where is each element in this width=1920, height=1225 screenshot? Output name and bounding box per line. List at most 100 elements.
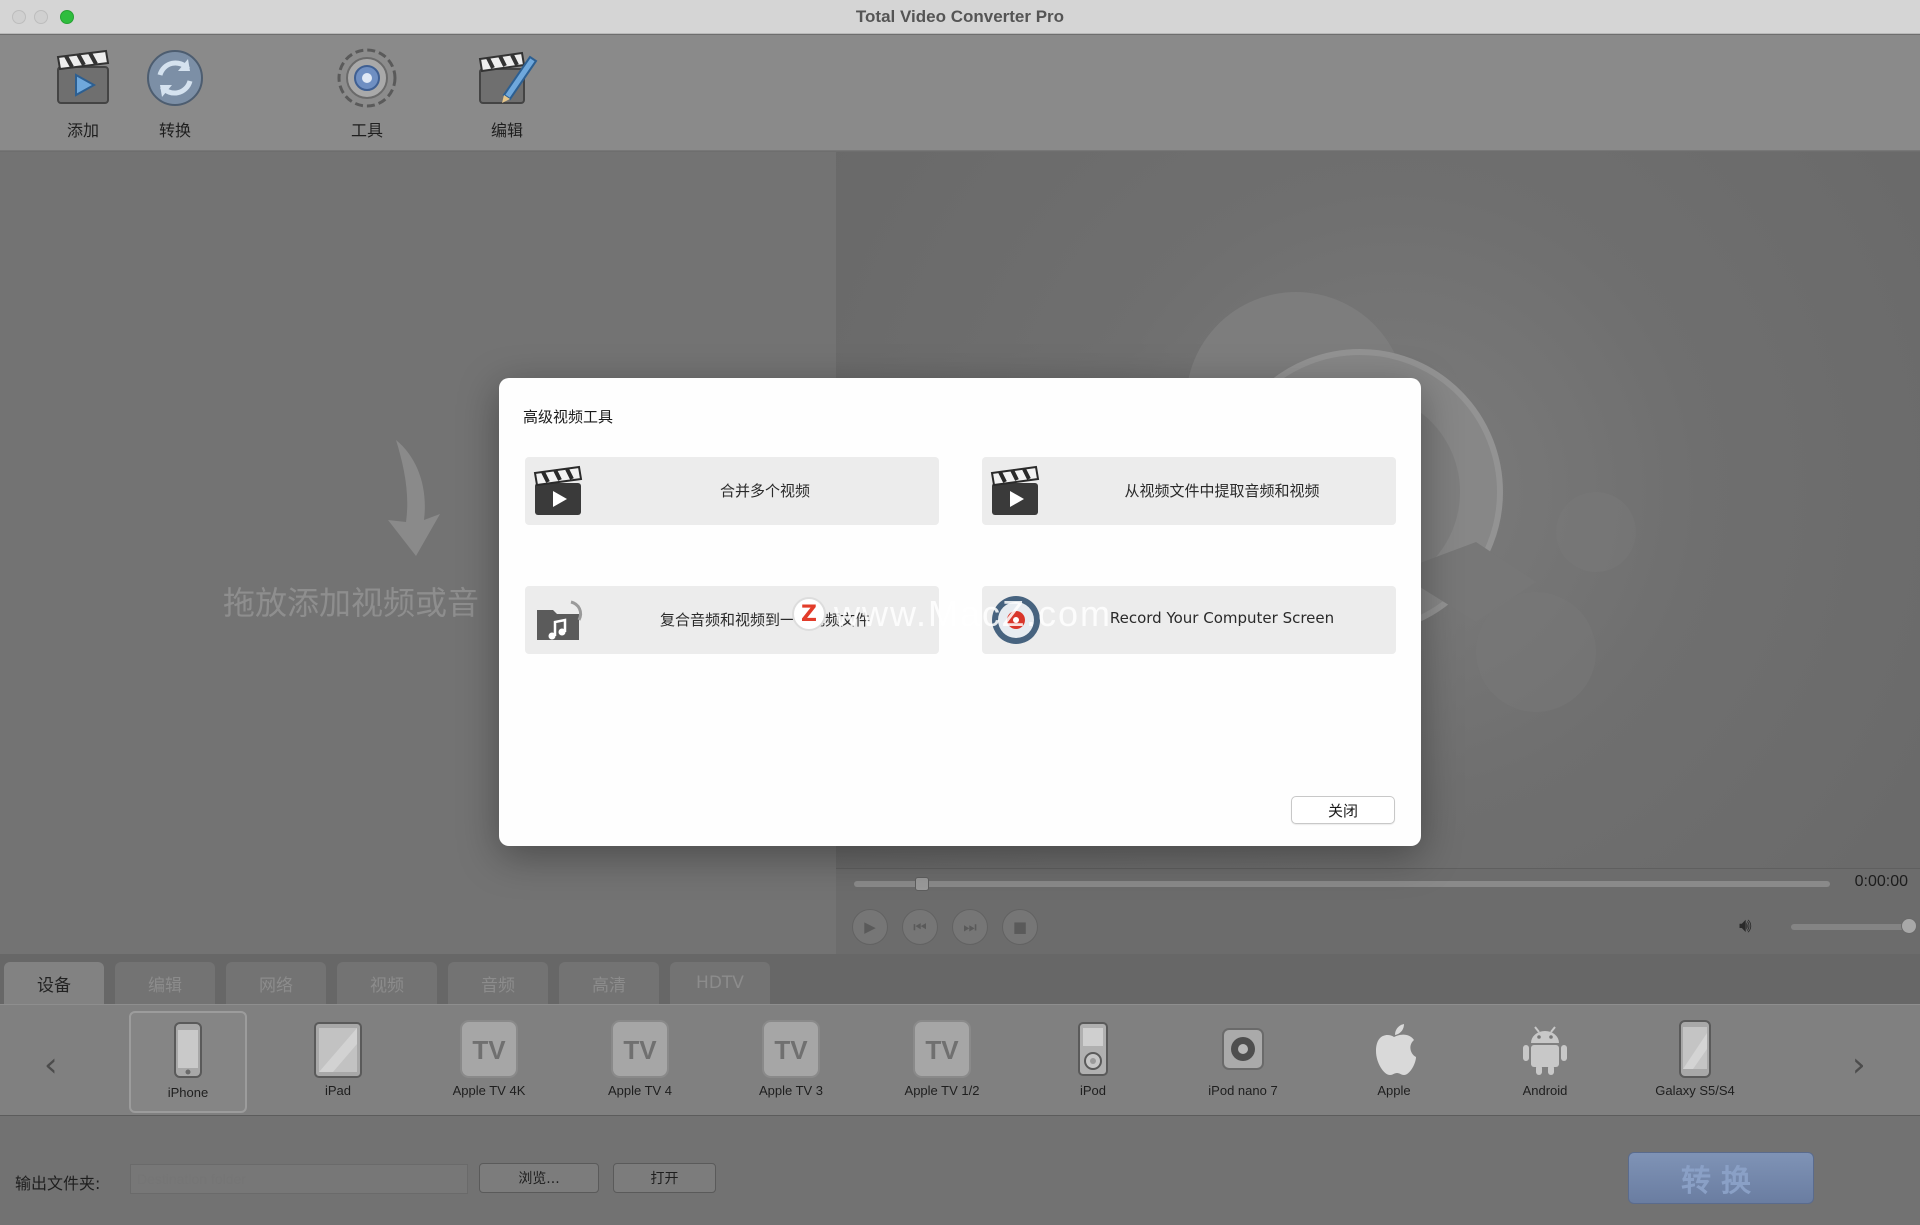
extract-audio-video-button[interactable]: 从视频文件中提取音频和视频 — [982, 457, 1396, 525]
ipod-icon — [1078, 1022, 1108, 1076]
next-button[interactable]: ⏭ — [952, 909, 988, 945]
svg-text:TV: TV — [472, 1035, 506, 1065]
device-apple-tv-4[interactable]: TV Apple TV 4 — [581, 1011, 699, 1113]
title-bar: Total Video Converter Pro — [0, 0, 1920, 34]
play-icon: ▶ — [864, 918, 876, 936]
tab-hd[interactable]: 高清 — [559, 962, 659, 1004]
tools-label: 工具 — [350, 121, 383, 140]
device-ipod[interactable]: iPod — [1034, 1011, 1152, 1113]
clapperboard-icon — [990, 465, 1040, 515]
device-apple-tv-1-2[interactable]: TV Apple TV 1/2 — [883, 1011, 1001, 1113]
apple-tv-icon: TV — [913, 1020, 971, 1078]
android-icon — [1523, 1026, 1567, 1075]
volume-icon[interactable]: 🔊︎ — [1739, 913, 1752, 937]
volume-slider[interactable] — [1791, 924, 1909, 930]
skip-forward-icon: ⏭ — [963, 918, 977, 936]
play-button[interactable]: ▶ — [852, 909, 888, 945]
device-android[interactable]: Android — [1486, 1011, 1604, 1113]
device-label: Apple TV 4K — [452, 1083, 526, 1098]
music-folder-icon — [537, 600, 583, 640]
tab-video[interactable]: 视频 — [337, 962, 437, 1004]
dialog-title: 高级视频工具 — [523, 408, 614, 426]
drop-hint-text: 拖放添加视频或音 — [223, 584, 480, 622]
skip-back-icon: ⏮ — [913, 918, 927, 936]
device-ipod-nano-7[interactable]: iPod nano 7 — [1184, 1011, 1302, 1113]
device-label: Galaxy S5/S4 — [1655, 1083, 1735, 1098]
destination-folder-input[interactable] — [130, 1164, 468, 1194]
device-ipad[interactable]: iPad — [279, 1011, 397, 1113]
tab-network[interactable]: 网络 — [226, 962, 326, 1004]
browse-button[interactable]: 浏览... — [479, 1163, 599, 1193]
apple-logo-icon — [1376, 1024, 1416, 1075]
device-galaxy-s5-s4[interactable]: Galaxy S5/S4 — [1636, 1011, 1754, 1113]
apple-tv-icon: TV — [611, 1020, 669, 1078]
player-controls: 0:00:00 ▶ ⏮ ⏭ ■ 🔊︎ — [836, 868, 1920, 954]
advanced-tools-dialog: 高级视频工具 合并多个视频 从视频文件中提取音频和视频 复合音频和视频到一个视频… — [499, 378, 1421, 846]
stop-icon: ■ — [1012, 918, 1028, 936]
convert-button[interactable]: 转换 — [1628, 1152, 1814, 1204]
tool-label: Record Your Computer Screen — [1109, 609, 1335, 627]
svg-text:TV: TV — [623, 1035, 657, 1065]
tab-hdtv[interactable]: HDTV — [670, 962, 770, 1004]
output-folder-label: 输出文件夹: — [15, 1174, 101, 1193]
scroll-right-arrow[interactable]: › — [1852, 1045, 1866, 1085]
tab-audio[interactable]: 音频 — [448, 962, 548, 1004]
output-bar: 输出文件夹: 浏览... 打开 转换 — [0, 1116, 1920, 1225]
apple-tv-icon: TV — [762, 1020, 820, 1078]
combine-audio-video-button[interactable]: 复合音频和视频到一个视频文件 — [525, 586, 939, 654]
device-label: Apple TV 4 — [607, 1083, 673, 1098]
tool-label: 合并多个视频 — [719, 482, 810, 500]
iphone-icon — [174, 1022, 202, 1078]
device-apple[interactable]: Apple — [1335, 1011, 1453, 1113]
svg-text:TV: TV — [925, 1035, 959, 1065]
gear-icon — [337, 48, 397, 108]
toolbar: 添加 转换 工具 编辑 — [0, 35, 1920, 151]
add-label: 添加 — [66, 121, 99, 140]
apple-tv-icon: TV — [460, 1020, 518, 1078]
tab-edit[interactable]: 编辑 — [115, 962, 215, 1004]
device-label: iPod — [1079, 1083, 1107, 1098]
device-iphone[interactable]: iPhone — [129, 1011, 247, 1113]
screen-record-icon — [992, 596, 1040, 644]
tool-label: 从视频文件中提取音频和视频 — [1124, 482, 1320, 500]
device-label: Apple — [1377, 1083, 1411, 1098]
device-label: iPhone — [167, 1085, 209, 1100]
edit-button[interactable]: 编辑 — [462, 45, 552, 145]
seek-handle[interactable] — [915, 877, 930, 891]
galaxy-phone-icon — [1679, 1020, 1711, 1078]
clapperboard-play-icon — [56, 49, 110, 104]
device-label: Apple TV 3 — [758, 1083, 824, 1098]
scroll-left-arrow[interactable]: ‹ — [44, 1045, 58, 1085]
ipod-nano-icon — [1222, 1028, 1264, 1070]
device-list: ‹ iPhone iPad TV Apple TV 4K TV Apple TV… — [0, 1004, 1920, 1116]
svg-text:TV: TV — [774, 1035, 808, 1065]
refresh-arrows-icon — [147, 50, 203, 106]
edit-label: 编辑 — [490, 121, 523, 140]
device-label: iPad — [324, 1083, 352, 1098]
time-display: 0:00:00 — [1854, 873, 1908, 890]
tool-label: 复合音频和视频到一个视频文件 — [659, 611, 870, 629]
seek-bar[interactable] — [854, 881, 1830, 887]
category-tabs: 设备 编辑 网络 视频 音频 高清 HDTV — [0, 954, 1920, 1004]
record-screen-button[interactable]: Record Your Computer Screen — [982, 586, 1396, 654]
volume-handle[interactable] — [1901, 918, 1917, 934]
down-arrow-icon — [388, 440, 440, 556]
window-title: Total Video Converter Pro — [855, 7, 1065, 26]
device-apple-tv-4k[interactable]: TV Apple TV 4K — [430, 1011, 548, 1113]
convert-toolbar-label: 转换 — [158, 121, 191, 140]
device-label: Android — [1522, 1083, 1568, 1098]
clapperboard-pencil-icon — [478, 51, 538, 104]
previous-button[interactable]: ⏮ — [902, 909, 938, 945]
merge-videos-button[interactable]: 合并多个视频 — [525, 457, 939, 525]
tab-devices[interactable]: 设备 — [4, 962, 104, 1004]
convert-toolbar-button[interactable]: 转换 — [130, 45, 220, 145]
device-label: iPod nano 7 — [1208, 1083, 1278, 1098]
ipad-icon — [314, 1022, 362, 1078]
add-button[interactable]: 添加 — [38, 45, 128, 145]
device-label: Apple TV 1/2 — [904, 1083, 980, 1098]
open-button[interactable]: 打开 — [613, 1163, 716, 1193]
stop-button[interactable]: ■ — [1002, 909, 1038, 945]
tools-button[interactable]: 工具 — [322, 45, 412, 145]
close-button[interactable]: 关闭 — [1291, 796, 1395, 824]
device-apple-tv-3[interactable]: TV Apple TV 3 — [732, 1011, 850, 1113]
